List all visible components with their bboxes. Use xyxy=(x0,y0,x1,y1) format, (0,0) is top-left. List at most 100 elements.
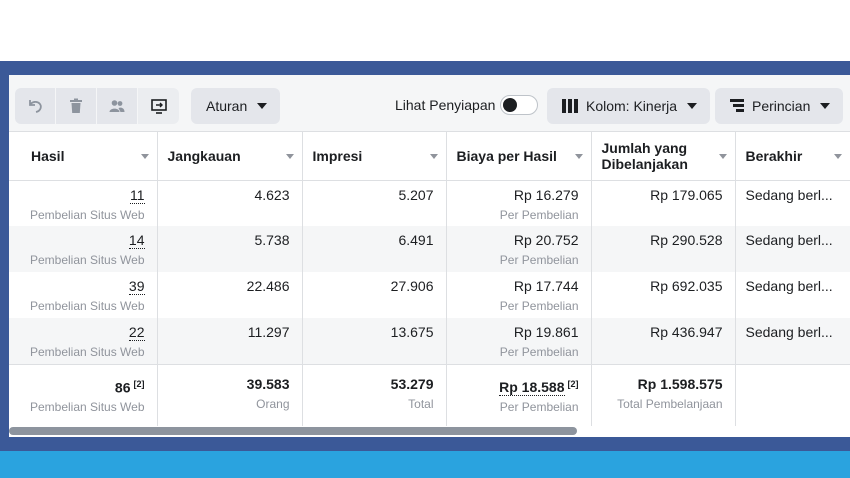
sort-caret-icon xyxy=(140,154,149,159)
total-impresi-value: 53.279 xyxy=(390,375,434,392)
berakhir-cell: Sedang berl... xyxy=(735,226,850,272)
hasil-value: 39 xyxy=(19,276,145,296)
toggle-knob xyxy=(503,98,517,112)
hasil-sub: Pembelian Situs Web xyxy=(29,253,145,267)
biaya-cell: Rp 16.279 Per Pembelian xyxy=(446,180,592,226)
jangkauan-cell: 22.486 xyxy=(157,272,303,318)
column-header-jangkauan[interactable]: Jangkauan xyxy=(157,132,303,181)
total-jangkauan-value: 39.583 xyxy=(246,375,290,392)
hasil-cell: 39 Pembelian Situs Web xyxy=(9,272,158,318)
columns-icon xyxy=(562,99,578,113)
hasil-cell: 14 Pembelian Situs Web xyxy=(9,226,158,272)
total-biaya-value: Rp 18.588 [2] xyxy=(457,374,579,398)
hasil-number[interactable]: 22 xyxy=(128,324,145,341)
column-header-biaya[interactable]: Biaya per Hasil xyxy=(446,132,592,181)
jangkauan-value: 22.486 xyxy=(246,278,290,294)
biaya-cell: Rp 17.744 Per Pembelian xyxy=(446,272,592,318)
column-header-jumlah[interactable]: Jumlah yang Dibelanjakan xyxy=(591,132,736,181)
jumlah-cell: Rp 179.065 xyxy=(591,180,736,226)
impresi-cell: 13.675 xyxy=(302,318,447,364)
biaya-sub: Per Pembelian xyxy=(499,299,579,313)
jumlah-value: Rp 179.065 xyxy=(650,186,723,203)
berakhir-cell: Sedang berl... xyxy=(735,180,850,226)
trash-icon xyxy=(70,98,82,113)
jangkauan-cell: 5.738 xyxy=(157,226,303,272)
jumlah-value: Rp 290.528 xyxy=(650,232,723,248)
total-impresi-sub: Total xyxy=(408,396,434,411)
people-icon xyxy=(109,100,125,112)
header-label: Impresi xyxy=(312,147,363,164)
total-biaya-number[interactable]: Rp 18.588 xyxy=(499,379,565,397)
undo-button[interactable] xyxy=(15,88,56,124)
header-label: Jangkauan xyxy=(167,147,241,164)
hasil-value: 22 xyxy=(19,322,145,342)
biaya-sub: Per Pembelian xyxy=(499,345,579,359)
table-row[interactable]: 22 Pembelian Situs Web 11.297 13.675 Rp 19.8… xyxy=(9,318,850,364)
jumlah-value: Rp 692.035 xyxy=(650,278,723,294)
breakdown-dropdown[interactable]: Perincian xyxy=(715,88,844,124)
chevron-down-icon xyxy=(687,103,698,109)
hasil-number[interactable]: 11 xyxy=(129,186,145,204)
audience-button[interactable] xyxy=(97,88,138,124)
columns-label: Kolom: Kinerja xyxy=(586,98,678,114)
berakhir-value: Sedang berl... xyxy=(745,278,833,294)
total-jangkauan-sub: Orang xyxy=(256,396,290,411)
hasil-sub: Pembelian Situs Web xyxy=(29,207,145,222)
biaya-sub: Per Pembelian xyxy=(499,207,579,222)
biaya-cell: Rp 19.861 Per Pembelian xyxy=(446,318,592,364)
total-hasil-sub: Pembelian Situs Web xyxy=(29,400,145,415)
export-button[interactable] xyxy=(138,88,179,124)
berakhir-cell: Sedang berl... xyxy=(735,318,850,364)
berakhir-value: Sedang berl... xyxy=(745,324,833,340)
rules-dropdown[interactable]: Aturan xyxy=(191,88,281,124)
total-hasil-cell: 86 [2] Pembelian Situs Web xyxy=(9,363,158,426)
jangkauan-value: 11.297 xyxy=(247,324,290,340)
performance-table: Hasil Jangkauan Impresi Biaya per Hasil … xyxy=(9,132,850,426)
total-jumlah-sub: Total Pembelanjaan xyxy=(617,396,723,411)
header-label: Berakhir xyxy=(745,147,803,164)
hasil-number[interactable]: 14 xyxy=(128,232,145,249)
sort-caret-icon xyxy=(834,154,842,159)
header-label: Jumlah yang Dibelanjakan xyxy=(601,139,688,172)
total-berakhir-cell xyxy=(735,363,850,426)
impresi-value: 27.906 xyxy=(390,278,434,294)
impresi-value: 5.207 xyxy=(398,186,434,203)
jangkauan-cell: 11.297 xyxy=(157,318,303,364)
sort-caret-icon xyxy=(285,154,294,159)
berakhir-cell: Sedang berl... xyxy=(735,272,850,318)
preview-toggle[interactable] xyxy=(500,95,538,115)
columns-dropdown[interactable]: Kolom: Kinerja xyxy=(547,88,711,124)
toolbar: Aturan Lihat Penyiapan Kolom: Kinerja Pe… xyxy=(9,75,850,132)
delete-button[interactable] xyxy=(56,88,97,124)
breakdown-icon xyxy=(730,99,744,113)
sort-caret-icon xyxy=(574,154,583,159)
biaya-value: Rp 16.279 xyxy=(513,186,579,203)
footnote-marker: [2] xyxy=(133,378,145,389)
hasil-value: 14 xyxy=(19,230,145,250)
column-header-impresi[interactable]: Impresi xyxy=(302,132,447,181)
total-jumlah-cell: Rp 1.598.575 Total Pembelanjaan xyxy=(591,363,736,426)
table-row[interactable]: 39 Pembelian Situs Web 22.486 27.906 Rp 17.7… xyxy=(9,272,850,318)
total-impresi-cell: 53.279 Total xyxy=(302,363,447,426)
horizontal-scrollbar[interactable] xyxy=(9,427,577,435)
total-hasil-value: 86 [2] xyxy=(19,374,145,398)
impresi-value: 13.675 xyxy=(390,324,434,340)
undo-icon xyxy=(29,100,42,113)
table-row[interactable]: 11 Pembelian Situs Web 4.623 5.207 Rp 16.279… xyxy=(9,180,850,226)
biaya-value: Rp 20.752 xyxy=(513,232,579,248)
column-header-hasil[interactable]: Hasil xyxy=(9,132,158,181)
table-row[interactable]: 14 Pembelian Situs Web 5.738 6.491 Rp 20.752… xyxy=(9,226,850,272)
total-row: 86 [2] Pembelian Situs Web 39.583 Orang 53.… xyxy=(9,363,850,426)
total-biaya-sub: Per Pembelian xyxy=(499,400,579,415)
impresi-cell: 27.906 xyxy=(302,272,447,318)
hasil-sub: Pembelian Situs Web xyxy=(29,345,145,359)
jumlah-cell: Rp 290.528 xyxy=(591,226,736,272)
hasil-cell: 22 Pembelian Situs Web xyxy=(9,318,158,364)
bottom-bar xyxy=(0,451,850,478)
footnote-marker: [2] xyxy=(567,378,579,389)
jumlah-cell: Rp 436.947 xyxy=(591,318,736,364)
hasil-number[interactable]: 39 xyxy=(128,278,145,295)
column-header-berakhir[interactable]: Berakhir xyxy=(735,132,850,181)
preview-label: Lihat Penyiapan xyxy=(395,97,496,113)
table-header-row: Hasil Jangkauan Impresi Biaya per Hasil … xyxy=(9,132,850,181)
